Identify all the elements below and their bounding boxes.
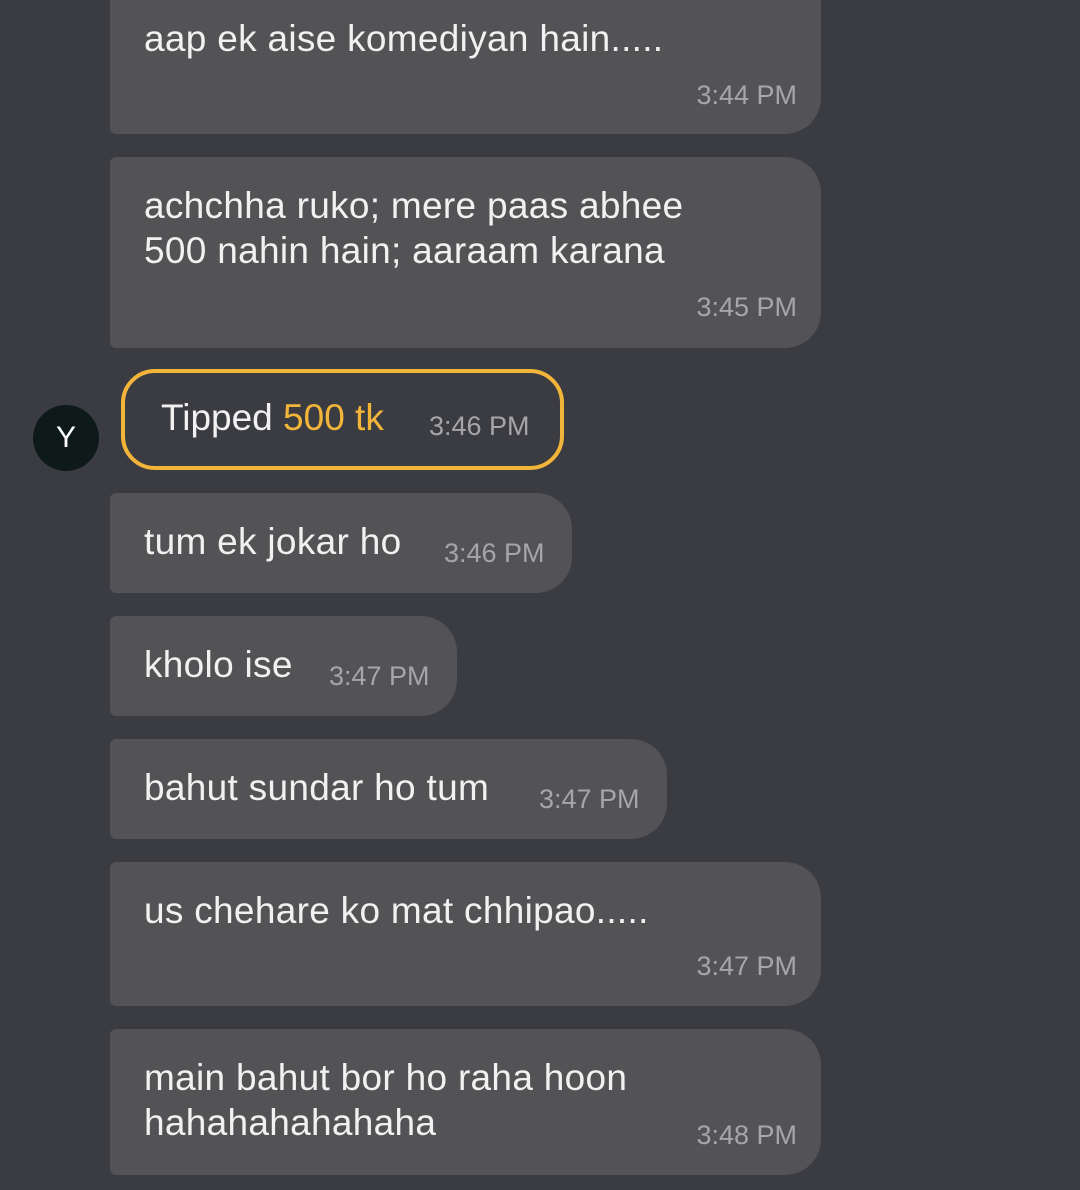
message-text: achchha ruko; mere paas abhee: [144, 185, 684, 226]
chat-message-list[interactable]: aap ek aise komediyan hain..... 3:44 PM …: [0, 0, 1080, 1190]
message-bubble[interactable]: tum ek jokar ho 3:46 PM: [110, 493, 572, 593]
message-bubble[interactable]: kholo ise 3:47 PM: [110, 616, 457, 716]
message-text: hahahahahahaha: [144, 1102, 437, 1143]
tip-timestamp: 3:46 PM: [429, 411, 530, 441]
message-timestamp: 3:48 PM: [696, 1120, 797, 1150]
message-timestamp: 3:47 PM: [329, 661, 430, 691]
message-text: kholo ise: [144, 644, 293, 685]
message-text: bahut sundar ho tum: [144, 767, 490, 808]
message-bubble[interactable]: bahut sundar ho tum 3:47 PM: [110, 739, 667, 839]
message-text: us chehare ko mat chhipao.....: [144, 890, 649, 931]
message-text: 500 nahin hain; aaraam karana: [144, 230, 665, 271]
avatar[interactable]: Y: [33, 405, 99, 471]
message-text: tum ek jokar ho: [144, 521, 402, 562]
message-bubble[interactable]: main bahut bor ho raha hoon hahahahahaha…: [110, 1029, 821, 1175]
message-bubble[interactable]: achchha ruko; mere paas abhee 500 nahin …: [110, 157, 821, 348]
message-timestamp: 3:47 PM: [539, 784, 640, 814]
tip-amount: 500 tk: [283, 397, 384, 438]
message-timestamp: 3:44 PM: [696, 80, 797, 110]
message-timestamp: 3:46 PM: [444, 538, 545, 568]
tip-label: Tipped: [161, 397, 273, 438]
message-text: aap ek aise komediyan hain.....: [144, 18, 664, 59]
message-bubble[interactable]: aap ek aise komediyan hain..... 3:44 PM: [110, 0, 821, 134]
message-timestamp: 3:47 PM: [696, 951, 797, 981]
tip-badge[interactable]: Tipped 500 tk 3:46 PM: [121, 369, 564, 470]
message-text: main bahut bor ho raha hoon: [144, 1057, 628, 1098]
tip-text: Tipped 500 tk: [161, 395, 384, 441]
message-timestamp: 3:45 PM: [696, 292, 797, 322]
message-bubble[interactable]: us chehare ko mat chhipao..... 3:47 PM: [110, 862, 821, 1006]
